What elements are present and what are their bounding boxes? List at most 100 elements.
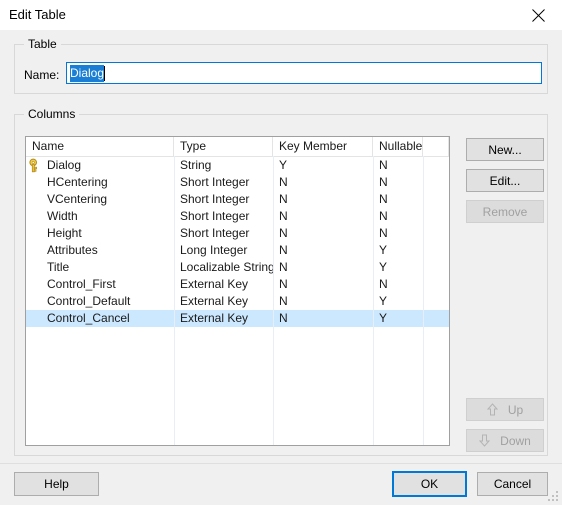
table-row[interactable]: HCentering Short Integer N N <box>26 174 449 191</box>
table-row[interactable]: Dialog String Y N <box>26 157 449 174</box>
cell-name: Title <box>47 260 70 274</box>
table-row[interactable]: Title Localizable String N Y <box>26 259 449 276</box>
cell-blank <box>423 276 449 293</box>
name-field-label: Name: <box>24 68 60 82</box>
cell-name: Control_Default <box>47 294 131 308</box>
cell-nullable: N <box>379 175 388 189</box>
cell-name: Attributes <box>47 243 98 257</box>
cell-nullable: Y <box>379 260 388 274</box>
cancel-button[interactable]: Cancel <box>477 472 548 496</box>
grip-dot <box>556 491 558 493</box>
cell-blank <box>423 157 449 174</box>
remove-button: Remove <box>466 200 544 223</box>
cell-type: External Key <box>180 294 249 308</box>
table-row[interactable]: Height Short Integer N N <box>26 225 449 242</box>
cell-type: External Key <box>180 311 249 325</box>
cell-nullable: Y <box>379 294 388 308</box>
cell-nullable: Y <box>379 311 388 325</box>
cell-nullable: N <box>379 192 388 206</box>
cell-key-member: N <box>279 175 288 189</box>
listview-header: Name Type Key Member Nullable <box>26 137 449 157</box>
table-row[interactable]: VCentering Short Integer N N <box>26 191 449 208</box>
cell-blank <box>423 174 449 191</box>
table-row[interactable]: Control_First External Key N N <box>26 276 449 293</box>
cell-name: Control_First <box>47 277 116 291</box>
title-bar: Edit Table <box>0 0 562 31</box>
cell-type: Localizable String <box>180 260 273 274</box>
resize-grip[interactable] <box>548 491 559 502</box>
cell-nullable: N <box>379 209 388 223</box>
cell-name: Height <box>47 226 82 240</box>
cell-key-member: N <box>279 294 288 308</box>
grip-dot <box>552 495 554 497</box>
cell-type: Short Integer <box>180 226 250 240</box>
listview-body: Dialog String Y N HCentering Short Integer N N V… <box>26 157 449 327</box>
cell-key-member: Y <box>279 158 288 172</box>
column-header-name[interactable]: Name <box>26 137 174 156</box>
column-divider <box>423 156 424 445</box>
edit-button[interactable]: Edit... <box>466 169 544 192</box>
cell-type: External Key <box>180 277 249 291</box>
grip-dot <box>552 499 554 501</box>
table-row[interactable]: Control_Cancel External Key N Y <box>26 310 449 327</box>
column-divider <box>373 156 374 445</box>
column-divider <box>174 156 175 445</box>
cell-nullable: Y <box>379 243 388 257</box>
columns-listview[interactable]: Name Type Key Member Nullable Dialog String Y… <box>25 136 450 446</box>
close-icon <box>532 9 545 22</box>
window-title: Edit Table <box>9 7 66 22</box>
column-header-key-member[interactable]: Key Member <box>273 137 373 156</box>
cell-key-member: N <box>279 192 288 206</box>
cell-key-member: N <box>279 260 288 274</box>
table-row[interactable]: Attributes Long Integer N Y <box>26 242 449 259</box>
cell-type: Short Integer <box>180 175 250 189</box>
cell-key-member: N <box>279 226 288 240</box>
cell-nullable: N <box>379 158 388 172</box>
cell-blank <box>423 208 449 225</box>
columns-groupbox-label: Columns <box>24 107 80 121</box>
table-row[interactable]: Width Short Integer N N <box>26 208 449 225</box>
cell-nullable: N <box>379 277 388 291</box>
column-header-type[interactable]: Type <box>174 137 273 156</box>
arrow-up-icon <box>486 403 498 416</box>
move-up-button: Up <box>466 398 544 421</box>
grip-dot <box>556 499 558 501</box>
cell-type: Long Integer <box>180 243 248 257</box>
column-header-blank[interactable] <box>423 137 449 156</box>
cell-blank <box>423 259 449 276</box>
cell-name: Control_Cancel <box>47 311 130 325</box>
cell-key-member: N <box>279 311 288 325</box>
grip-dot <box>548 499 550 501</box>
table-groupbox-label: Table <box>24 37 61 51</box>
cell-key-member: N <box>279 277 288 291</box>
help-button[interactable]: Help <box>14 472 99 496</box>
cell-name: Dialog <box>26 157 174 174</box>
key-icon <box>29 158 37 173</box>
cell-blank <box>423 225 449 242</box>
move-down-label: Down <box>500 433 531 448</box>
arrow-down-icon <box>479 434 491 447</box>
column-header-nullable[interactable]: Nullable <box>373 137 423 156</box>
new-button[interactable]: New... <box>466 138 544 161</box>
cell-blank <box>423 293 449 310</box>
cell-name: VCentering <box>47 192 108 206</box>
text-caret <box>104 65 106 81</box>
move-down-button: Down <box>466 429 544 452</box>
cell-name: HCentering <box>47 175 108 189</box>
ok-button[interactable]: OK <box>392 471 467 497</box>
move-up-label: Up <box>507 402 524 417</box>
name-input[interactable]: Dialog <box>66 62 542 84</box>
table-row[interactable]: Control_Default External Key N Y <box>26 293 449 310</box>
cell-name: Width <box>47 209 78 223</box>
footer-separator <box>0 463 562 464</box>
cell-key-member: N <box>279 209 288 223</box>
cell-blank <box>423 191 449 208</box>
cell-type: String <box>180 158 212 172</box>
close-button[interactable] <box>516 0 562 30</box>
cell-blank <box>423 310 449 327</box>
cell-type: Short Integer <box>180 192 250 206</box>
name-input-value: Dialog <box>70 64 105 82</box>
cell-key-member: N <box>279 243 288 257</box>
cell-type: Short Integer <box>180 209 250 223</box>
grip-dot <box>556 495 558 497</box>
